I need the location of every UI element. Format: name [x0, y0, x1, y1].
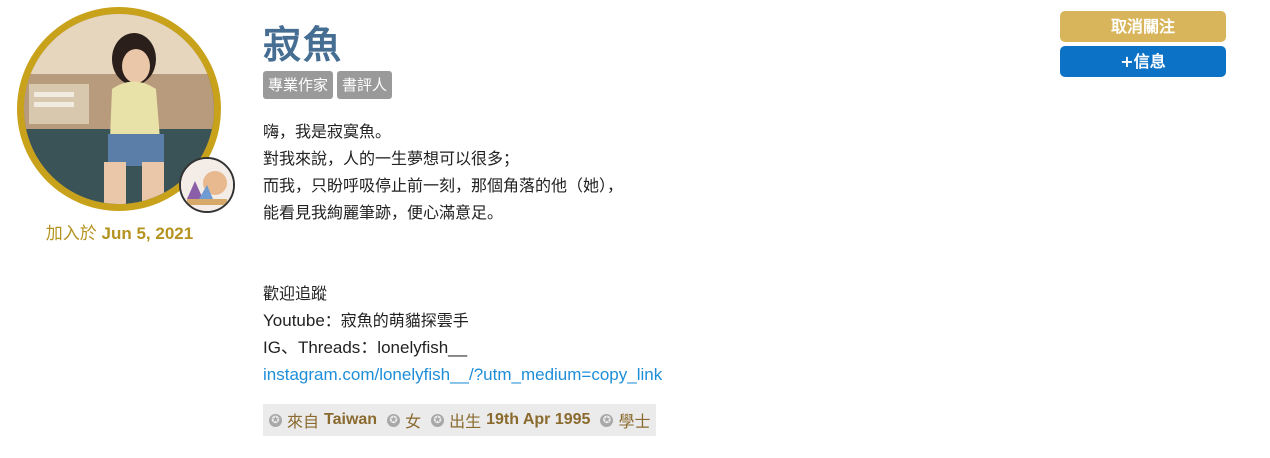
- unfollow-button[interactable]: 取消關注: [1060, 11, 1226, 42]
- bio-spacer: [263, 226, 662, 253]
- tag-professional-writer[interactable]: 專業作家: [263, 71, 334, 99]
- bio-line: 能看見我絢麗筆跡，便心滿意足。: [263, 203, 504, 222]
- star-icon: ✪: [431, 413, 445, 427]
- bio-line: 嗨，我是寂寞魚。: [263, 122, 392, 141]
- star-icon: ✪: [269, 413, 282, 427]
- avatar-badge: [179, 157, 235, 213]
- star-icon: ✪: [387, 413, 401, 427]
- joined-date: 加入於 Jun 5, 2021: [45, 224, 194, 243]
- profile-facts: ✪ 來自 Taiwan ✪ 女 ✪ 出生 19th Apr 1995 ✪ 學士: [263, 404, 657, 436]
- avatar-ring: [17, 7, 235, 213]
- message-button[interactable]: +信息: [1060, 46, 1226, 77]
- badge-icon: [181, 159, 233, 211]
- profile-name: 寂魚: [263, 23, 344, 67]
- star-icon: ✪: [600, 413, 614, 427]
- profile-tags: 專業作家 書評人: [263, 71, 393, 99]
- bio-line: 而我，只盼呼吸停止前一刻，那個角落的他（她），: [263, 176, 624, 195]
- bio-spacer: [263, 253, 662, 280]
- fact-location: ✪ 來自 Taiwan: [269, 408, 377, 432]
- follow-heading: 歡迎追蹤: [263, 284, 328, 303]
- tag-book-reviewer[interactable]: 書評人: [337, 71, 393, 99]
- instagram-link[interactable]: instagram.com/lonelyfish__/?utm_medium=c…: [263, 365, 662, 384]
- bio-line: 對我來說，人的一生夢想可以很多；: [263, 149, 520, 168]
- fact-gender: ✪ 女: [387, 408, 421, 432]
- instagram-link-line: instagram.com/lonelyfish__/?utm_medium=c…: [263, 361, 662, 388]
- youtube-line: Youtube：寂魚的萌貓探雲手: [263, 311, 469, 330]
- ig-line: IG、Threads：lonelyfish__: [263, 338, 468, 357]
- profile-bio: 嗨，我是寂寞魚。 對我來說，人的一生夢想可以很多； 而我，只盼呼吸停止前一刻，那…: [263, 118, 662, 388]
- fact-birthday: ✪ 出生 19th Apr 1995: [431, 408, 590, 432]
- fact-education: ✪ 學士: [600, 408, 650, 432]
